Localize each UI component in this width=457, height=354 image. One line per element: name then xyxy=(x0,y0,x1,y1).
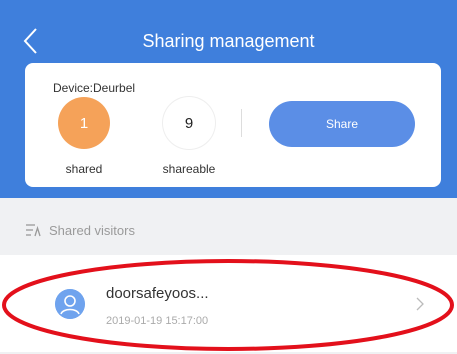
header-bar: Sharing management Device:Deurbel 1 shar… xyxy=(0,0,457,198)
shareable-count: 9 xyxy=(163,97,215,149)
device-card: Device:Deurbel 1 shared 9 shareable Shar… xyxy=(25,63,441,187)
divider xyxy=(241,109,242,137)
visitors-list-icon xyxy=(26,223,41,236)
share-button[interactable]: Share xyxy=(269,101,415,147)
visitor-list-item[interactable]: doorsafeyoos... 2019-01-19 15:17:00 xyxy=(0,255,457,352)
page-title: Sharing management xyxy=(142,31,315,51)
shared-label: shared xyxy=(65,162,103,176)
device-label: Device:Deurbel xyxy=(53,81,136,95)
section-header: Shared visitors xyxy=(26,220,135,240)
shared-count: 1 xyxy=(58,97,110,149)
chevron-right-icon xyxy=(414,295,426,313)
section-title: Shared visitors xyxy=(49,222,135,238)
user-avatar-icon xyxy=(55,289,85,319)
visitor-name: doorsafeyoos... xyxy=(106,285,209,302)
visitor-timestamp: 2019-01-19 15:17:00 xyxy=(106,315,209,327)
shareable-label: shareable xyxy=(162,162,216,176)
avatar xyxy=(55,289,85,319)
